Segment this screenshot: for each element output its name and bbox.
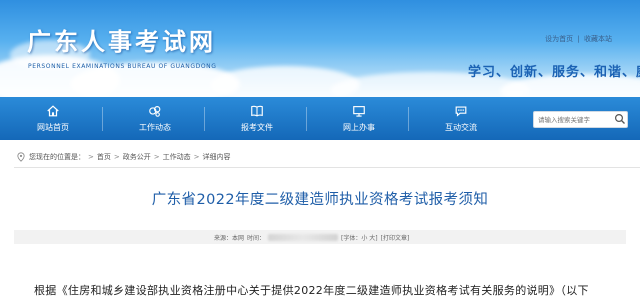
nav-item-label: 报考文件 bbox=[241, 123, 273, 132]
divider bbox=[14, 167, 640, 168]
print-article-link[interactable]: [打印文章] bbox=[381, 233, 410, 242]
nav-item-home[interactable]: 网站首页 bbox=[13, 97, 93, 140]
nav-item-label: 网站首页 bbox=[37, 123, 69, 132]
article-date-label: 时间： bbox=[247, 235, 266, 242]
top-links: 设为首页 | 收藏本站 bbox=[543, 34, 612, 44]
article-title: 广东省2022年度二级建造师执业资格考试报考须知 bbox=[151, 192, 489, 208]
nav-item-exam-files[interactable]: 报考文件 bbox=[217, 97, 297, 140]
site-logo[interactable]: 广东人事考试网 bbox=[27, 22, 216, 57]
header-banner: 广东人事考试网 PERSONNEL EXAMINATIONS BUREAU OF… bbox=[0, 0, 640, 97]
nav-item-label: 工作动态 bbox=[139, 123, 171, 132]
top-links-separator: | bbox=[577, 35, 580, 43]
home-icon bbox=[47, 105, 59, 117]
chat-icon bbox=[455, 106, 467, 117]
site-slogan: 学习、创新、服务、和谐、廉洁 bbox=[468, 65, 640, 80]
breadcrumb-prefix: 您现在的位置是： bbox=[29, 153, 85, 161]
monitor-icon bbox=[353, 106, 365, 117]
nav-item-work-news[interactable]: 工作动态 bbox=[115, 97, 195, 140]
set-homepage-link[interactable]: 设为首页 bbox=[545, 35, 573, 43]
nav-item-label: 网上办事 bbox=[343, 123, 375, 132]
breadcrumb-item-work-news[interactable]: 工作动态 bbox=[163, 152, 191, 162]
article-meta-bar: 来源：本网 时间： [字体：小 大] [打印文章] bbox=[14, 230, 626, 244]
breadcrumb-item-gov-public[interactable]: 政务公开 bbox=[123, 152, 151, 162]
breadcrumb-item-detail: 详细内容 bbox=[202, 153, 231, 161]
bubbles-icon bbox=[149, 106, 161, 117]
article-body-paragraph: 根据《住房和城乡建设部执业资格注册中心关于提供2022年度二级建造师执业资格考试… bbox=[34, 284, 589, 297]
bookmark-site-link[interactable]: 收藏本站 bbox=[584, 35, 612, 43]
location-pin-icon bbox=[17, 152, 25, 162]
nav-item-online-service[interactable]: 网上办事 bbox=[319, 97, 399, 140]
article-date-blurred bbox=[268, 234, 339, 241]
nav-item-interaction[interactable]: 互动交流 bbox=[421, 97, 501, 140]
book-icon bbox=[251, 105, 263, 117]
font-size-toggle[interactable]: [字体：小 大] bbox=[341, 233, 378, 242]
breadcrumb-item-home[interactable]: 首页 bbox=[97, 152, 111, 162]
search-icon[interactable] bbox=[614, 113, 626, 125]
site-logo-subtitle: PERSONNEL EXAMINATIONS BUREAU OF GUANGDO… bbox=[28, 63, 217, 70]
breadcrumb: 您现在的位置是： > 首页 > 政务公开 > 工作动态 > 详细内容 bbox=[16, 151, 231, 163]
nav-item-label: 互动交流 bbox=[445, 123, 477, 132]
article-source: 来源：本网 bbox=[214, 235, 245, 242]
